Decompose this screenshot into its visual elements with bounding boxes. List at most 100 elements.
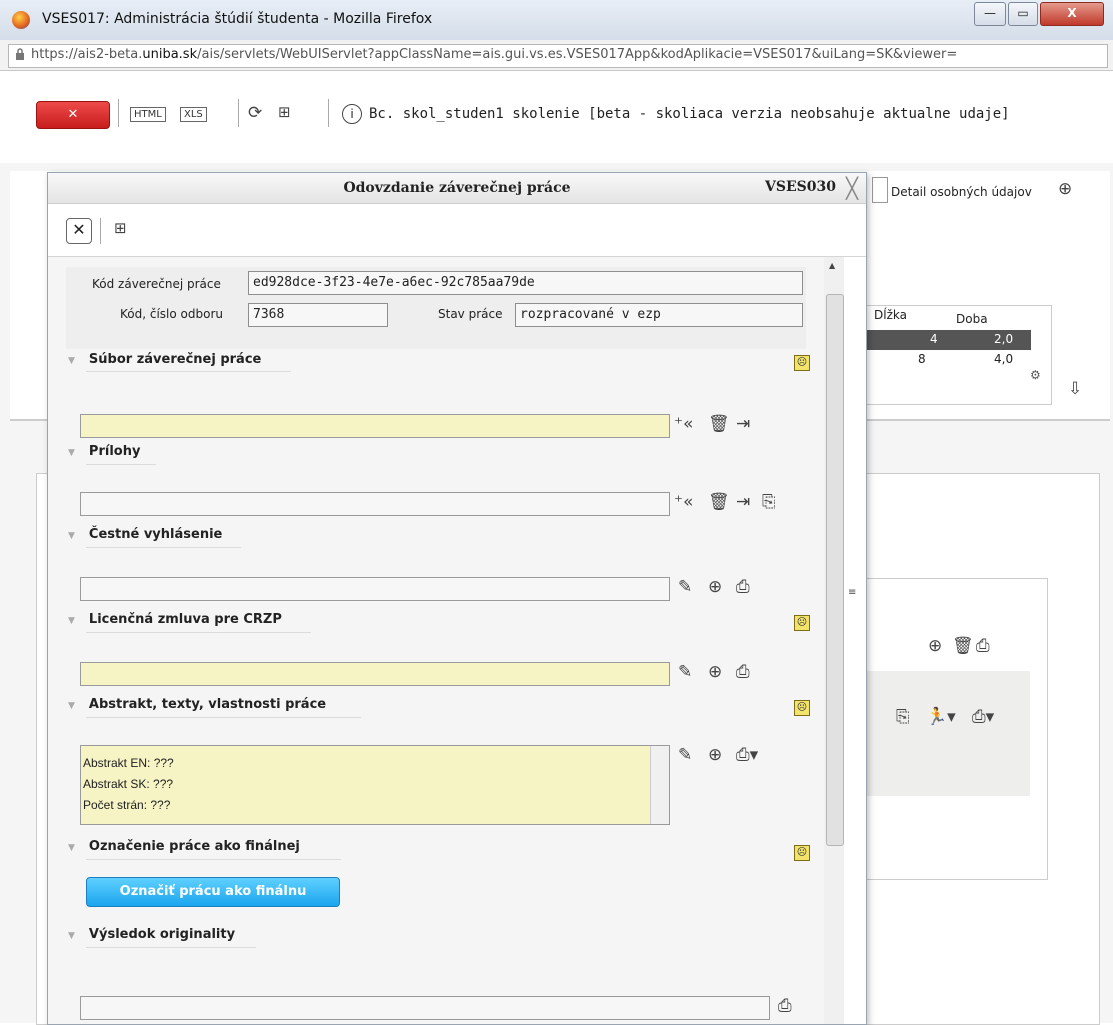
- col-header-doba: Doba: [956, 312, 988, 326]
- print-icon[interactable]: ⎙▾: [972, 707, 994, 727]
- prilohy-field[interactable]: [80, 492, 670, 516]
- cell-doba: 2,0: [994, 332, 1014, 346]
- scroll-thumb[interactable]: [826, 294, 844, 846]
- section-cestne[interactable]: ▼ Čestné vyhlásenie: [68, 527, 222, 542]
- cell-doba: 4,0: [994, 352, 1014, 366]
- licencna-field[interactable]: [80, 662, 670, 686]
- down-arrow-icon[interactable]: ⇩: [1068, 379, 1082, 399]
- minimize-button[interactable]: —: [974, 2, 1006, 26]
- checkbox[interactable]: [872, 177, 888, 203]
- divider: [86, 547, 241, 548]
- print-menu-icon[interactable]: ⎙▾: [736, 745, 758, 765]
- status-sad-icon: ☹: [794, 700, 810, 716]
- trash-icon[interactable]: 🗑: [952, 636, 974, 656]
- detail-label: Detail osobných údajov: [891, 185, 1032, 199]
- dialog: Odovzdanie záverečnej práce VSES030 ╳ ✕ …: [47, 172, 867, 1025]
- dialog-code: VSES030: [765, 179, 836, 195]
- info-text: Bc. skol_studen1 skolenie [beta - skolia…: [369, 106, 1010, 122]
- url-field[interactable]: https://ais2-beta.uniba.sk/ais/servlets/…: [8, 44, 1108, 68]
- scroll-up-icon[interactable]: ▲: [829, 261, 835, 270]
- xls-export-button[interactable]: XLS: [180, 107, 207, 122]
- html-export-button[interactable]: HTML: [130, 107, 166, 122]
- subor-field[interactable]: [80, 414, 670, 438]
- window-title: VSES017: Administrácia štúdií študenta -…: [42, 11, 433, 27]
- upload-icon[interactable]: ⁺«: [674, 492, 693, 512]
- close-dialog-button[interactable]: ✕: [66, 218, 92, 244]
- abstract-line: Abstrakt SK: ???: [83, 777, 174, 791]
- print-icon[interactable]: ⎙: [736, 577, 750, 597]
- add-file-icon[interactable]: ⎘: [896, 707, 910, 727]
- refresh-icon[interactable]: ⟳: [248, 103, 262, 123]
- edit-icon[interactable]: ✎: [678, 577, 692, 597]
- maximize-button[interactable]: ▭: [1008, 2, 1038, 26]
- print-icon[interactable]: ⎙: [976, 636, 990, 656]
- kod-label: Kód záverečnej práce: [92, 277, 221, 291]
- zoom-icon[interactable]: ⊕: [1058, 179, 1072, 199]
- app-toolbar: ✕ HTML XLS ⟳ ⊞ i Bc. skol_studen1 skolen…: [0, 71, 1113, 164]
- scroll-track[interactable]: ▲ ≡: [824, 257, 856, 1024]
- dialog-title: Odovzdanie záverečnej práce: [343, 180, 571, 196]
- dialog-close-icon[interactable]: ╳: [846, 176, 858, 200]
- separator: [328, 99, 329, 127]
- background-grid: [860, 671, 1030, 796]
- open-file-icon[interactable]: ⇥: [736, 414, 750, 434]
- abstrakt-textarea[interactable]: Abstrakt EN: ??? Abstrakt SK: ??? Počet …: [80, 745, 670, 825]
- odbor-label: Kód, číslo odboru: [120, 307, 223, 321]
- print-icon[interactable]: ⎙: [778, 996, 792, 1016]
- zoom-icon[interactable]: ⊕: [708, 745, 722, 765]
- abstract-line: Abstrakt EN: ???: [83, 756, 174, 770]
- dialog-scrollbar[interactable]: ▲ ≡: [824, 257, 864, 1024]
- zoom-icon[interactable]: ⊕: [708, 662, 722, 682]
- section-licencna[interactable]: ▼ Licenčná zmluva pre CRZP: [68, 612, 282, 627]
- section-vysledok[interactable]: ▼ Výsledok originality: [68, 927, 235, 942]
- cestne-field[interactable]: [80, 577, 670, 601]
- divider: [86, 859, 341, 860]
- lock-icon: [16, 48, 24, 60]
- dialog-content: Kód záverečnej práce ed928dce-3f23-4e7e-…: [48, 257, 824, 1024]
- status-sad-icon: ☹: [794, 615, 810, 631]
- zoom-icon[interactable]: ⊕: [928, 636, 942, 656]
- divider: [86, 371, 291, 372]
- section-abstrakt[interactable]: ▼ Abstrakt, texty, vlastnosti práce: [68, 697, 326, 712]
- separator: [100, 218, 101, 244]
- scroll-grip-icon: ≡: [848, 587, 857, 598]
- open-file-icon[interactable]: ⇥: [736, 492, 750, 512]
- run-icon[interactable]: 🏃▾: [926, 707, 956, 727]
- trash-icon[interactable]: 🗑: [708, 492, 730, 512]
- textarea-scrollbar[interactable]: [650, 746, 669, 824]
- section-subor[interactable]: ▼ Súbor záverečnej práce: [68, 352, 261, 367]
- url-text: https://ais2-beta.uniba.sk/ais/servlets/…: [31, 47, 958, 62]
- divider: [86, 947, 256, 948]
- dialog-header: Odovzdanie záverečnej práce VSES030 ╳: [48, 173, 866, 204]
- settings-icon[interactable]: ⚙: [1030, 368, 1041, 382]
- mark-final-button[interactable]: Označiť prácu ako finálnu: [86, 877, 340, 907]
- odbor-field[interactable]: 7368: [248, 303, 388, 327]
- divider: [86, 717, 361, 718]
- stav-field[interactable]: rozpracované v ezp: [515, 303, 803, 327]
- table-row[interactable]: 8 4,0: [866, 350, 1031, 370]
- edit-icon[interactable]: ✎: [678, 662, 692, 682]
- divider: [86, 464, 156, 465]
- col-header-dlzka: Dĺžka: [874, 308, 907, 322]
- sitemap-icon[interactable]: ⊞: [114, 219, 127, 237]
- add-file-icon[interactable]: ⎘: [762, 492, 776, 512]
- separator: [118, 99, 119, 127]
- close-app-button[interactable]: ✕: [36, 101, 110, 129]
- zoom-icon[interactable]: ⊕: [708, 577, 722, 597]
- table-row[interactable]: 4 2,0: [866, 330, 1031, 350]
- print-icon[interactable]: ⎙: [736, 662, 750, 682]
- section-prilohy[interactable]: ▼ Prílohy: [68, 444, 140, 459]
- vysledok-field[interactable]: [80, 996, 770, 1020]
- upload-icon[interactable]: ⁺«: [674, 414, 693, 434]
- section-oznacenie[interactable]: ▼ Označenie práce ako finálnej: [68, 839, 300, 854]
- window-titlebar: VSES017: Administrácia štúdií študenta -…: [0, 0, 1113, 41]
- divider: [86, 632, 311, 633]
- status-sad-icon: ☹: [794, 845, 810, 861]
- kod-field[interactable]: ed928dce-3f23-4e7e-a6ec-92c785aa79de: [248, 271, 803, 295]
- trash-icon[interactable]: 🗑: [708, 414, 730, 434]
- window-close-button[interactable]: X: [1040, 2, 1104, 26]
- sitemap-icon[interactable]: ⊞: [278, 103, 291, 121]
- cell-dlzka: 4: [930, 332, 938, 346]
- edit-icon[interactable]: ✎: [678, 745, 692, 765]
- firefox-logo-icon: [12, 11, 30, 29]
